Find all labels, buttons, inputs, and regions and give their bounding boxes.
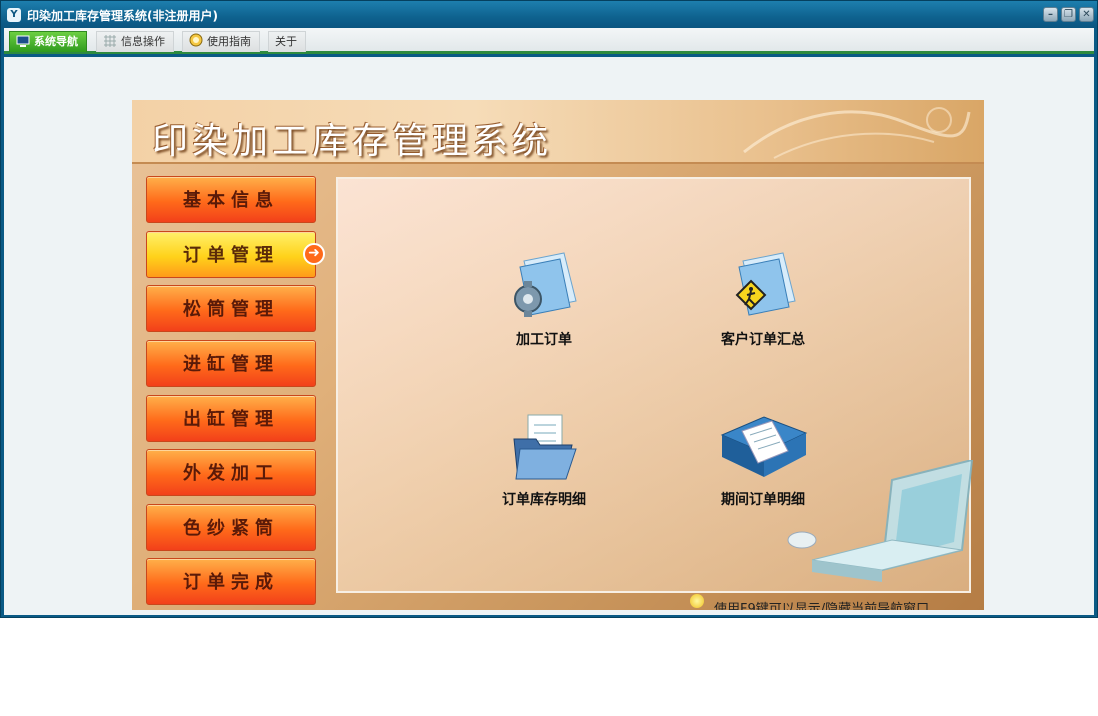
minimize-button[interactable]: – — [1043, 7, 1058, 22]
nav-vat-out-management[interactable]: 出缸管理 — [146, 395, 316, 442]
tile-label: 客户订单汇总 — [721, 332, 805, 348]
monitor-icon — [16, 34, 30, 47]
help-icon — [189, 33, 203, 47]
nav-order-management[interactable]: 订单管理 — [146, 231, 316, 278]
close-button[interactable]: ✕ — [1079, 7, 1094, 22]
grid-icon — [103, 34, 117, 47]
nav-basic-info[interactable]: 基本信息 — [146, 176, 316, 223]
nav-order-completion[interactable]: 订单完成 — [146, 558, 316, 605]
tab-label: 关于 — [275, 35, 297, 48]
tile-label: 加工订单 — [516, 332, 572, 348]
tile-customer-order-summary[interactable]: 客户订单汇总 — [683, 251, 843, 371]
tab-about[interactable]: 关于 — [268, 31, 306, 52]
folder-gear-icon — [514, 252, 577, 317]
tile-order-inventory-detail[interactable]: 订单库存明细 — [464, 411, 624, 531]
minimize-icon: – — [1048, 9, 1053, 20]
nav-vat-in-management[interactable]: 进缸管理 — [146, 340, 316, 387]
tab-label: 使用指南 — [207, 35, 251, 48]
selected-arrow-icon: ➜ — [303, 243, 325, 265]
tab-user-guide[interactable]: 使用指南 — [182, 31, 260, 52]
tab-system-navigation[interactable]: 系统导航 — [9, 31, 87, 52]
lightbulb-icon — [690, 594, 704, 608]
tile-processing-order[interactable]: 加工订单 — [464, 251, 624, 371]
tab-info-operations[interactable]: 信息操作 — [96, 31, 174, 52]
app-icon: Y — [7, 8, 21, 22]
nav-loose-bobbin-management[interactable]: 松筒管理 — [146, 285, 316, 332]
nav-outsourced-processing[interactable]: 外发加工 — [146, 449, 316, 496]
tab-label: 信息操作 — [121, 35, 165, 48]
banner: 印染加工库存管理系统 — [132, 100, 984, 164]
tab-label: 系统导航 — [34, 35, 78, 48]
tile-label: 订单库存明细 — [502, 492, 586, 508]
title-bar[interactable]: Y 印染加工库存管理系统(非注册用户) – ❐ ✕ — [1, 1, 1097, 28]
menu-tab-bar: 系统导航 信息操作 使用指南 关于 — [4, 28, 1094, 54]
close-icon: ✕ — [1082, 9, 1091, 20]
laptop-illustration — [787, 460, 974, 582]
open-folder-documents-icon — [513, 414, 577, 480]
restore-button[interactable]: ❐ — [1061, 7, 1076, 22]
banner-title: 印染加工库存管理系统 — [152, 121, 553, 162]
hint-text: 使用F9键可以显示/隐藏当前导航窗口 — [714, 602, 930, 610]
decorative-swirl — [743, 107, 971, 159]
navigation-panel: 印染加工库存管理系统 基本信息 订单管理 ➜ 松筒管理 进缸管理 出缸管理 外发… — [132, 100, 984, 610]
window-title: 印染加工库存管理系统(非注册用户) — [27, 9, 218, 23]
folder-pedestrian-sign-icon — [735, 252, 796, 316]
restore-icon: ❐ — [1064, 9, 1073, 20]
nav-dyed-yarn-tight-bobbin[interactable]: 色纱紧筒 — [146, 504, 316, 551]
hint-bar: 使用F9键可以显示/隐藏当前导航窗口 — [690, 594, 980, 610]
